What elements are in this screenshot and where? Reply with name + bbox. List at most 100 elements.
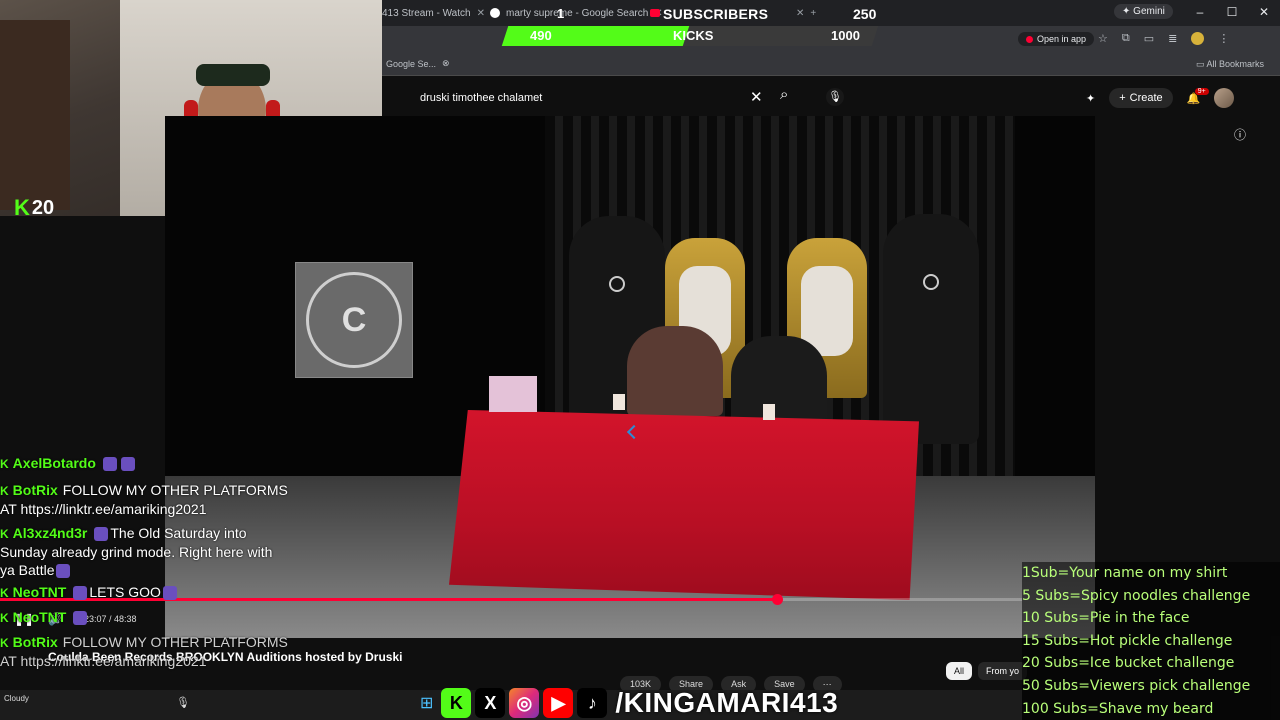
cup bbox=[763, 404, 775, 420]
youtube-top-right: ✦ + Create 🔔 9+ bbox=[1086, 86, 1235, 110]
windows-start-icon[interactable]: ⊞ bbox=[420, 693, 433, 713]
chat-emote-icon bbox=[73, 586, 88, 601]
cup bbox=[613, 394, 625, 410]
all-bookmarks-link[interactable]: ▭ All Bookmarks bbox=[1196, 59, 1264, 70]
chip-from-channel[interactable]: From yo bbox=[978, 662, 1028, 680]
search-input[interactable] bbox=[410, 86, 774, 110]
info-icon[interactable]: ⓘ bbox=[1234, 126, 1246, 143]
instagram-icon: ◎ bbox=[509, 688, 540, 718]
minimize-icon[interactable]: – bbox=[1184, 0, 1216, 26]
kick-icon: K bbox=[441, 688, 472, 718]
kicks-goal: 1000 bbox=[831, 28, 860, 43]
kick-badge-icon: K bbox=[0, 457, 9, 471]
socials-banner: ⊞ K X ◎ ▶ ♪ /KINGAMARI413 bbox=[420, 686, 838, 720]
video-player[interactable]: C bbox=[165, 116, 1095, 638]
chat-emote-icon bbox=[56, 564, 71, 579]
search-icon[interactable]: ⌕ bbox=[780, 86, 788, 103]
kicks-label: KICKS bbox=[673, 28, 714, 43]
kick-badge-icon: K bbox=[0, 636, 9, 650]
chat-username: NeoTNT bbox=[12, 609, 67, 625]
window-controls: – ☐ ✕ bbox=[1184, 0, 1280, 26]
open-in-app-button[interactable]: Open in app bbox=[1018, 32, 1095, 46]
maximize-icon[interactable]: ☐ bbox=[1216, 0, 1248, 26]
chat-username: Al3xz4nd3r bbox=[12, 525, 88, 541]
chat-message: K BotRix FOLLOW MY OTHER PLATFORMS AT http… bbox=[0, 481, 290, 518]
goal-item: 20 Subs=Ice bucket challenge bbox=[1022, 655, 1235, 672]
chat-message: K AxelBotardo bbox=[0, 454, 290, 473]
microphone-icon[interactable]: 🎙 bbox=[826, 88, 844, 106]
related-filter-chips: All From yo bbox=[946, 662, 1028, 680]
google-icon bbox=[490, 8, 500, 18]
gemini-button[interactable]: ✦ Gemini bbox=[1114, 4, 1173, 19]
chat-username: BotRix bbox=[12, 634, 58, 650]
goal-item: 5 Subs=Spicy noodles challenge bbox=[1022, 587, 1251, 604]
bookmark-google-search[interactable]: Google Se... bbox=[386, 59, 436, 69]
chat-message: K BotRix FOLLOW MY OTHER PLATFORMS AT http… bbox=[0, 633, 290, 670]
folder-icon: ▭ bbox=[1196, 59, 1205, 69]
guard-right bbox=[883, 214, 979, 444]
cast-icon[interactable]: ▭ bbox=[1144, 32, 1154, 45]
extensions-icon[interactable]: ⧉ bbox=[1122, 32, 1130, 45]
goal-item: 50 Subs=Viewers pick challenge bbox=[1022, 677, 1251, 694]
goal-item: 100 Subs=Shave my beard bbox=[1022, 700, 1214, 717]
open-in-app-icon bbox=[1026, 35, 1033, 43]
notification-badge: 9+ bbox=[1194, 87, 1209, 95]
goal-item: 15 Subs=Hot pickle challenge bbox=[1022, 632, 1233, 649]
all-bookmarks-label: All Bookmarks bbox=[1206, 59, 1265, 69]
kick-badge-icon: K bbox=[0, 611, 9, 625]
records-logo: C bbox=[306, 272, 402, 368]
profile-icon[interactable] bbox=[1191, 32, 1205, 45]
chat-username: AxelBotardo bbox=[12, 455, 96, 471]
star-icon[interactable]: ☆ bbox=[1098, 32, 1108, 45]
kick-badge-icon: K bbox=[0, 527, 9, 541]
video-progress-knob[interactable] bbox=[771, 594, 783, 605]
subscribers-goal: 250 bbox=[853, 6, 877, 22]
tab-close-icon[interactable]: ✕ bbox=[477, 8, 485, 19]
chat-message: K NeoTNT bbox=[0, 608, 290, 627]
plus-icon: + bbox=[1119, 92, 1126, 104]
open-in-app-label: Open in app bbox=[1037, 34, 1087, 44]
reading-list-icon[interactable]: ≣ bbox=[1168, 32, 1177, 45]
tab-stream[interactable]: 413 Stream - Watch ✕ bbox=[382, 4, 485, 22]
kick-badge-icon: K bbox=[0, 586, 9, 600]
seated-person-right bbox=[731, 336, 827, 426]
kick-logo-icon: K bbox=[14, 195, 30, 220]
goal-item: 10 Subs=Pie in the face bbox=[1022, 610, 1190, 627]
kick-badge-icon: K bbox=[0, 484, 9, 498]
tab-counter: 1 bbox=[557, 6, 565, 21]
kick-count-value: 20 bbox=[31, 196, 55, 219]
hype-emote-icon bbox=[94, 527, 109, 542]
ask-ai-icon[interactable]: ✦ bbox=[1086, 92, 1095, 105]
records-sign: C bbox=[295, 262, 413, 378]
menu-icon[interactable]: ⋮ bbox=[1218, 32, 1229, 45]
subscribers-label: SUBSCRIBERS bbox=[663, 6, 769, 22]
youtube-search-bar bbox=[410, 86, 774, 110]
create-button[interactable]: + Create bbox=[1109, 88, 1173, 108]
account-avatar[interactable] bbox=[1214, 88, 1235, 108]
bookmark-icon[interactable]: ⊗ bbox=[442, 58, 450, 69]
close-window-icon[interactable]: ✕ bbox=[1248, 0, 1280, 26]
guard-logo-icon bbox=[609, 276, 625, 292]
sub-goals-panel: 1Sub=Your name on my shirt 5 Subs=Spicy … bbox=[1022, 562, 1280, 720]
chip-all[interactable]: All bbox=[946, 662, 973, 680]
x-icon: X bbox=[475, 688, 506, 718]
tab-stream-label: 413 Stream - Watch bbox=[382, 7, 471, 19]
chat-overlay: K AxelBotardo K BotRix FOLLOW MY OTHER PLAT… bbox=[0, 454, 290, 670]
goal-overlay: 1 SUBSCRIBERS 250 490 KICKS 1000 bbox=[501, 4, 895, 46]
taskbar-mic-icon[interactable]: 🎙 bbox=[176, 696, 190, 709]
create-label: Create bbox=[1129, 92, 1163, 104]
notifications-icon[interactable]: 🔔 9+ bbox=[1187, 87, 1209, 105]
clear-search-icon[interactable]: ✕ bbox=[750, 88, 763, 106]
chat-emote-icon bbox=[102, 457, 117, 472]
chat-username: BotRix bbox=[12, 482, 58, 498]
chat-text: LETS GOO bbox=[89, 584, 161, 600]
chat-emote-icon bbox=[73, 611, 88, 626]
gemini-icon: ✦ bbox=[1122, 6, 1131, 17]
kicks-current: 490 bbox=[530, 28, 552, 43]
kick-count-badge: K 20 bbox=[14, 195, 54, 221]
tiktok-icon: ♪ bbox=[577, 688, 608, 718]
red-table bbox=[449, 410, 919, 600]
social-handle: /KINGAMARI413 bbox=[615, 687, 839, 718]
goal-item: 1Sub=Your name on my shirt bbox=[1022, 565, 1228, 581]
snack-box bbox=[489, 376, 537, 412]
